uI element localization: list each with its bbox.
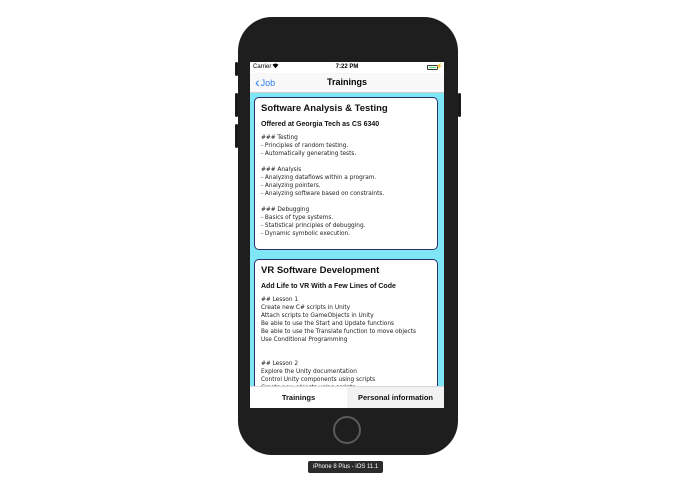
power-button (458, 93, 461, 117)
training-card[interactable]: VR Software Development Add Life to VR W… (254, 259, 438, 386)
home-button[interactable] (333, 416, 361, 444)
volume-up-button (235, 93, 238, 117)
navigation-bar: ‹Job Trainings (250, 73, 444, 93)
trainings-list[interactable]: Software Analysis & Testing Offered at G… (250, 93, 444, 386)
training-subtitle: Add Life to VR With a Few Lines of Code (261, 283, 396, 290)
tab-trainings[interactable]: Trainings (250, 387, 347, 408)
training-description: ## Lesson 1 Create new C# scripts in Uni… (261, 297, 417, 386)
app-screen: Carrier 7:22 PM ⚡ ‹Job Trainings Softwar… (250, 62, 444, 408)
training-description: ### Testing - Principles of random testi… (261, 135, 385, 237)
status-bar: Carrier 7:22 PM ⚡ (250, 62, 444, 73)
training-subtitle: Offered at Georgia Tech as CS 6340 (261, 121, 380, 128)
status-time: 7:22 PM (335, 64, 359, 70)
tab-bar: Trainings Personal information (250, 386, 444, 408)
training-title: Software Analysis & Testing (261, 103, 388, 114)
mute-switch (235, 62, 238, 76)
charging-icon: ⚡ (435, 64, 443, 70)
page-title: Trainings (326, 77, 367, 87)
tab-personal-information[interactable]: Personal information (347, 387, 444, 408)
volume-down-button (235, 124, 238, 148)
training-card[interactable]: Software Analysis & Testing Offered at G… (254, 97, 438, 250)
training-title: VR Software Development (261, 265, 380, 276)
device-label: iPhone 8 Plus - iOS 11.1 (308, 461, 384, 473)
